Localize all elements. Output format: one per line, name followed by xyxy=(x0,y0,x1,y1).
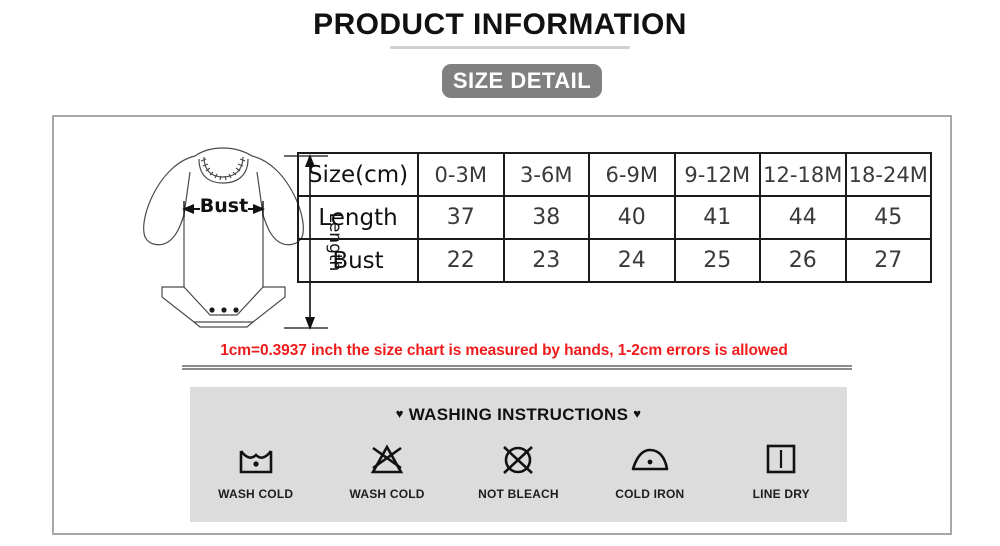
care-label: WASH COLD xyxy=(349,487,425,501)
table-row-length: Length 37 38 40 41 44 45 xyxy=(297,195,932,240)
note-divider xyxy=(182,365,852,370)
length-value: 44 xyxy=(759,195,847,240)
care-label: COLD IRON xyxy=(615,487,685,501)
length-value: 40 xyxy=(588,195,676,240)
bust-value: 24 xyxy=(588,238,676,283)
row-label-bust: Bust xyxy=(297,238,419,283)
table-header-size: Size(cm) xyxy=(297,152,419,197)
table-header-cell: 18-24M xyxy=(844,152,932,197)
table-header-cell: 9-12M xyxy=(673,152,761,197)
bust-label: Bust xyxy=(200,195,248,217)
care-item-wash-cold-2: WASH COLD xyxy=(327,439,447,501)
iron-one-dot-icon xyxy=(628,439,672,481)
length-value: 38 xyxy=(502,195,590,240)
bust-value: 25 xyxy=(673,238,761,283)
table-header-cell: 0-3M xyxy=(417,152,505,197)
measurement-note: 1cm=0.3937 inch the size chart is measur… xyxy=(220,342,788,359)
size-detail-badge: SIZE DETAIL xyxy=(442,64,602,98)
bust-value: 23 xyxy=(502,238,590,283)
care-item-not-bleach: NOT BLEACH xyxy=(458,439,578,501)
table-header-cell: 6-9M xyxy=(588,152,676,197)
care-label: WASH COLD xyxy=(218,487,294,501)
care-label: NOT BLEACH xyxy=(478,487,559,501)
table-row-bust: Bust 22 23 24 25 26 27 xyxy=(297,238,932,283)
do-not-bleach-circle-icon xyxy=(498,439,538,481)
wash-tub-one-dot-icon xyxy=(236,439,276,481)
line-dry-square-icon xyxy=(763,439,799,481)
length-value: 41 xyxy=(673,195,761,240)
bust-value: 26 xyxy=(759,238,847,283)
washing-instructions-title: ♥ WASHING INSTRUCTIONS ♥ xyxy=(190,405,847,425)
washing-title-text: WASHING INSTRUCTIONS xyxy=(408,405,629,424)
row-label-length: Length xyxy=(297,195,419,240)
content-frame: Bust Length Size(cm) 0-3M 3-6M 6-9M 9-12… xyxy=(52,115,952,535)
do-not-bleach-triangle-icon xyxy=(367,439,407,481)
length-value: 37 xyxy=(417,195,505,240)
title-underline-divider xyxy=(390,46,630,49)
size-chart-table: Size(cm) 0-3M 3-6M 6-9M 9-12M 12-18M 18-… xyxy=(297,152,932,283)
table-header-cell: 3-6M xyxy=(502,152,590,197)
care-icons-row: WASH COLD WASH COLD NOT BLEACH COLD IRON… xyxy=(190,439,847,501)
care-item-line-dry: LINE DRY xyxy=(721,439,841,501)
care-item-wash-cold: WASH COLD xyxy=(196,439,316,501)
care-item-cold-iron: COLD IRON xyxy=(590,439,710,501)
length-value: 45 xyxy=(844,195,932,240)
bust-value: 27 xyxy=(844,238,932,283)
bust-value: 22 xyxy=(417,238,505,283)
care-label: LINE DRY xyxy=(752,487,810,501)
snap-dots-icon xyxy=(209,307,239,313)
washing-instructions-panel: ♥ WASHING INSTRUCTIONS ♥ WASH COLD WASH … xyxy=(190,387,847,522)
table-header-row: Size(cm) 0-3M 3-6M 6-9M 9-12M 12-18M 18-… xyxy=(297,152,932,197)
heart-icon: ♥ xyxy=(633,406,642,421)
table-header-cell: 12-18M xyxy=(759,152,847,197)
heart-icon: ♥ xyxy=(395,406,404,421)
page-title: PRODUCT INFORMATION xyxy=(313,8,687,41)
